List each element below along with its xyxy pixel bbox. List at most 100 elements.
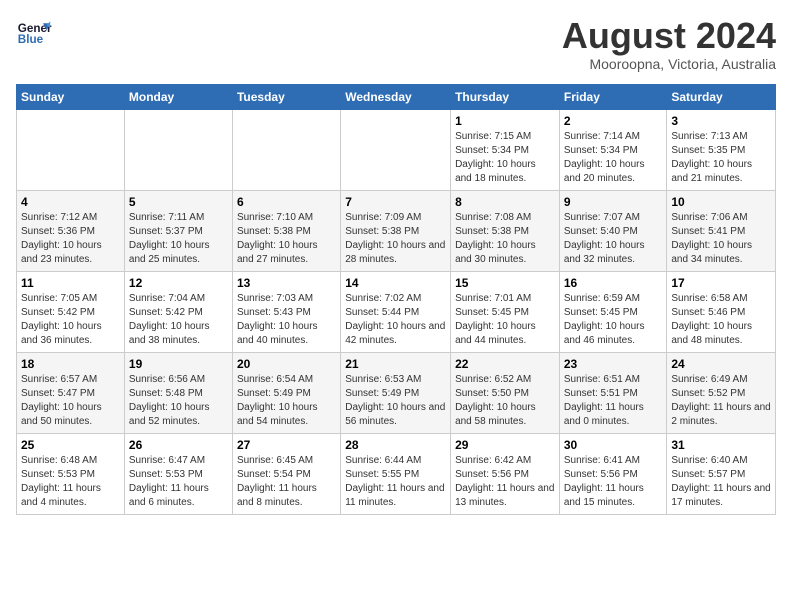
day-info: Sunrise: 6:58 AM Sunset: 5:46 PM Dayligh… — [671, 292, 771, 348]
day-number: 30 — [564, 438, 663, 452]
calendar-cell: 11Sunrise: 7:05 AM Sunset: 5:42 PM Dayli… — [17, 271, 125, 352]
col-thursday: Thursday — [451, 84, 560, 109]
calendar-cell: 16 Sunrise: 6:59 AM Sunset: 5:45 PM Dayli… — [559, 271, 667, 352]
calendar-cell: 15 Sunrise: 7:01 AM Sunset: 5:45 PM Dayli… — [451, 271, 560, 352]
calendar-cell: 6Sunrise: 7:10 AM Sunset: 5:38 PM Daylig… — [232, 190, 340, 271]
day-number: 2 — [564, 114, 663, 128]
day-info: Sunrise: 6:40 AM Sunset: 5:57 PM Dayligh… — [671, 454, 771, 510]
day-number: 19 — [129, 357, 228, 371]
title-block: August 2024 Mooroopna, Victoria, Austral… — [562, 16, 776, 72]
day-number: 21 — [345, 357, 446, 371]
calendar-cell: 24 Sunrise: 6:49 AM Sunset: 5:52 PM Dayli… — [667, 352, 776, 433]
page-header: General Blue August 2024 Mooroopna, Vict… — [16, 16, 776, 72]
day-info: Sunrise: 7:02 AM Sunset: 5:44 PM Dayligh… — [345, 292, 446, 348]
day-number: 7 — [345, 195, 446, 209]
col-monday: Monday — [124, 84, 232, 109]
day-number: 6 — [237, 195, 336, 209]
calendar-cell: 7 Sunrise: 7:09 AM Sunset: 5:38 PM Daylig… — [341, 190, 451, 271]
col-wednesday: Wednesday — [341, 84, 451, 109]
day-info: Sunrise: 6:44 AM Sunset: 5:55 PM Dayligh… — [345, 454, 446, 510]
day-info: Sunrise: 6:54 AM Sunset: 5:49 PM Dayligh… — [237, 373, 336, 429]
calendar-header-row: Sunday Monday Tuesday Wednesday Thursday… — [17, 84, 776, 109]
day-info: Sunrise: 7:09 AM Sunset: 5:38 PM Dayligh… — [345, 211, 446, 267]
day-info: Sunrise: 7:13 AM Sunset: 5:35 PM Dayligh… — [671, 130, 771, 186]
day-number: 27 — [237, 438, 336, 452]
calendar-cell: 5Sunrise: 7:11 AM Sunset: 5:37 PM Daylig… — [124, 190, 232, 271]
calendar-cell: 17 Sunrise: 6:58 AM Sunset: 5:46 PM Dayli… — [667, 271, 776, 352]
calendar-cell: 29 Sunrise: 6:42 AM Sunset: 5:56 PM Dayli… — [451, 433, 560, 514]
calendar-cell: 1 Sunrise: 7:15 AM Sunset: 5:34 PM Daylig… — [451, 109, 560, 190]
day-number: 1 — [455, 114, 555, 128]
calendar-table: Sunday Monday Tuesday Wednesday Thursday… — [16, 84, 776, 515]
calendar-week-5: 25 Sunrise: 6:48 AM Sunset: 5:53 PM Dayli… — [17, 433, 776, 514]
day-number: 11 — [21, 276, 120, 290]
day-info: Sunrise: 6:56 AM Sunset: 5:48 PM Dayligh… — [129, 373, 228, 429]
day-info: Sunrise: 6:51 AM Sunset: 5:51 PM Dayligh… — [564, 373, 663, 429]
calendar-cell: 27 Sunrise: 6:45 AM Sunset: 5:54 PM Dayli… — [232, 433, 340, 514]
day-info: Sunrise: 6:42 AM Sunset: 5:56 PM Dayligh… — [455, 454, 555, 510]
day-number: 10 — [671, 195, 771, 209]
calendar-cell: 22Sunrise: 6:52 AM Sunset: 5:50 PM Dayli… — [451, 352, 560, 433]
day-info: Sunrise: 7:12 AM Sunset: 5:36 PM Dayligh… — [21, 211, 120, 267]
day-info: Sunrise: 7:01 AM Sunset: 5:45 PM Dayligh… — [455, 292, 555, 348]
day-info: Sunrise: 6:57 AM Sunset: 5:47 PM Dayligh… — [21, 373, 120, 429]
col-sunday: Sunday — [17, 84, 125, 109]
day-number: 8 — [455, 195, 555, 209]
day-number: 12 — [129, 276, 228, 290]
logo: General Blue — [16, 16, 52, 52]
col-saturday: Saturday — [667, 84, 776, 109]
calendar-cell: 2 Sunrise: 7:14 AM Sunset: 5:34 PM Daylig… — [559, 109, 667, 190]
day-number: 3 — [671, 114, 771, 128]
day-info: Sunrise: 6:48 AM Sunset: 5:53 PM Dayligh… — [21, 454, 120, 510]
svg-text:Blue: Blue — [18, 33, 44, 46]
day-info: Sunrise: 6:59 AM Sunset: 5:45 PM Dayligh… — [564, 292, 663, 348]
day-info: Sunrise: 7:14 AM Sunset: 5:34 PM Dayligh… — [564, 130, 663, 186]
location: Mooroopna, Victoria, Australia — [562, 56, 776, 72]
day-number: 9 — [564, 195, 663, 209]
day-number: 31 — [671, 438, 771, 452]
day-number: 16 — [564, 276, 663, 290]
calendar-cell: 8 Sunrise: 7:08 AM Sunset: 5:38 PM Daylig… — [451, 190, 560, 271]
day-info: Sunrise: 7:04 AM Sunset: 5:42 PM Dayligh… — [129, 292, 228, 348]
calendar-cell: 13Sunrise: 7:03 AM Sunset: 5:43 PM Dayli… — [232, 271, 340, 352]
day-number: 25 — [21, 438, 120, 452]
calendar-cell — [341, 109, 451, 190]
day-info: Sunrise: 6:45 AM Sunset: 5:54 PM Dayligh… — [237, 454, 336, 510]
calendar-cell: 18 Sunrise: 6:57 AM Sunset: 5:47 PM Dayli… — [17, 352, 125, 433]
calendar-cell: 3 Sunrise: 7:13 AM Sunset: 5:35 PM Daylig… — [667, 109, 776, 190]
day-number: 24 — [671, 357, 771, 371]
calendar-cell: 26Sunrise: 6:47 AM Sunset: 5:53 PM Dayli… — [124, 433, 232, 514]
day-info: Sunrise: 7:11 AM Sunset: 5:37 PM Dayligh… — [129, 211, 228, 267]
day-info: Sunrise: 7:15 AM Sunset: 5:34 PM Dayligh… — [455, 130, 555, 186]
day-number: 14 — [345, 276, 446, 290]
day-info: Sunrise: 6:47 AM Sunset: 5:53 PM Dayligh… — [129, 454, 228, 510]
calendar-cell: 30Sunrise: 6:41 AM Sunset: 5:56 PM Dayli… — [559, 433, 667, 514]
calendar-cell — [124, 109, 232, 190]
day-number: 15 — [455, 276, 555, 290]
col-tuesday: Tuesday — [232, 84, 340, 109]
calendar-week-2: 4Sunrise: 7:12 AM Sunset: 5:36 PM Daylig… — [17, 190, 776, 271]
calendar-cell: 21 Sunrise: 6:53 AM Sunset: 5:49 PM Dayli… — [341, 352, 451, 433]
day-info: Sunrise: 7:08 AM Sunset: 5:38 PM Dayligh… — [455, 211, 555, 267]
day-number: 23 — [564, 357, 663, 371]
logo-icon: General Blue — [16, 16, 52, 52]
day-info: Sunrise: 6:49 AM Sunset: 5:52 PM Dayligh… — [671, 373, 771, 429]
calendar-cell: 20Sunrise: 6:54 AM Sunset: 5:49 PM Dayli… — [232, 352, 340, 433]
day-info: Sunrise: 6:53 AM Sunset: 5:49 PM Dayligh… — [345, 373, 446, 429]
calendar-cell — [232, 109, 340, 190]
calendar-cell: 23 Sunrise: 6:51 AM Sunset: 5:51 PM Dayli… — [559, 352, 667, 433]
calendar-week-3: 11Sunrise: 7:05 AM Sunset: 5:42 PM Dayli… — [17, 271, 776, 352]
day-number: 13 — [237, 276, 336, 290]
calendar-cell: 10 Sunrise: 7:06 AM Sunset: 5:41 PM Dayli… — [667, 190, 776, 271]
day-number: 29 — [455, 438, 555, 452]
day-number: 18 — [21, 357, 120, 371]
day-info: Sunrise: 7:06 AM Sunset: 5:41 PM Dayligh… — [671, 211, 771, 267]
calendar-cell: 28Sunrise: 6:44 AM Sunset: 5:55 PM Dayli… — [341, 433, 451, 514]
calendar-cell: 9 Sunrise: 7:07 AM Sunset: 5:40 PM Daylig… — [559, 190, 667, 271]
day-number: 17 — [671, 276, 771, 290]
month-title: August 2024 — [562, 16, 776, 56]
day-info: Sunrise: 7:07 AM Sunset: 5:40 PM Dayligh… — [564, 211, 663, 267]
calendar-week-4: 18 Sunrise: 6:57 AM Sunset: 5:47 PM Dayli… — [17, 352, 776, 433]
col-friday: Friday — [559, 84, 667, 109]
calendar-cell: 12 Sunrise: 7:04 AM Sunset: 5:42 PM Dayli… — [124, 271, 232, 352]
